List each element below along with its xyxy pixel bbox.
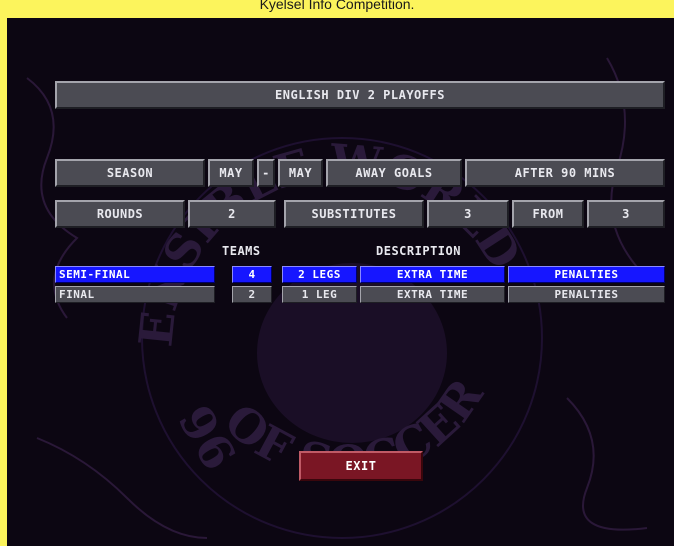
round-name[interactable]: FINAL: [55, 286, 215, 303]
round-teams[interactable]: 2: [232, 286, 272, 303]
away-goals-label: AWAY GOALS: [326, 159, 462, 187]
round-legs[interactable]: 2 LEGS: [282, 266, 357, 283]
round-legs[interactable]: 1 LEG: [282, 286, 357, 303]
season-label: SEASON: [55, 159, 205, 187]
substitutes-label: SUBSTITUTES: [284, 200, 424, 228]
competition-title[interactable]: ENGLISH DIV 2 PLAYOFFS: [55, 81, 665, 109]
substitutes-value[interactable]: 3: [427, 200, 509, 228]
window-caption: Kyelsel Info Competition.: [259, 0, 415, 12]
away-goals-select[interactable]: AFTER 90 MINS: [465, 159, 665, 187]
round-extra-time[interactable]: EXTRA TIME: [360, 266, 505, 283]
svg-text:96: 96: [167, 397, 246, 479]
rounds-value[interactable]: 2: [188, 200, 276, 228]
exit-button[interactable]: EXIT: [299, 451, 423, 481]
round-tiebreak[interactable]: PENALTIES: [508, 266, 665, 283]
game-screen: ENSIBLE WORLD OF SOCCER 96 ENGLISH DIV 2…: [7, 18, 674, 546]
from-value[interactable]: 3: [587, 200, 665, 228]
season-start-select[interactable]: MAY: [208, 159, 254, 187]
round-teams[interactable]: 4: [232, 266, 272, 283]
round-name[interactable]: SEMI-FINAL: [55, 266, 215, 283]
round-extra-time[interactable]: EXTRA TIME: [360, 286, 505, 303]
season-dash: -: [257, 159, 275, 187]
teams-header: TEAMS: [222, 244, 261, 258]
from-label: FROM: [512, 200, 584, 228]
season-end-select[interactable]: MAY: [278, 159, 323, 187]
round-tiebreak[interactable]: PENALTIES: [508, 286, 665, 303]
description-header: DESCRIPTION: [376, 244, 461, 258]
rounds-label: ROUNDS: [55, 200, 185, 228]
